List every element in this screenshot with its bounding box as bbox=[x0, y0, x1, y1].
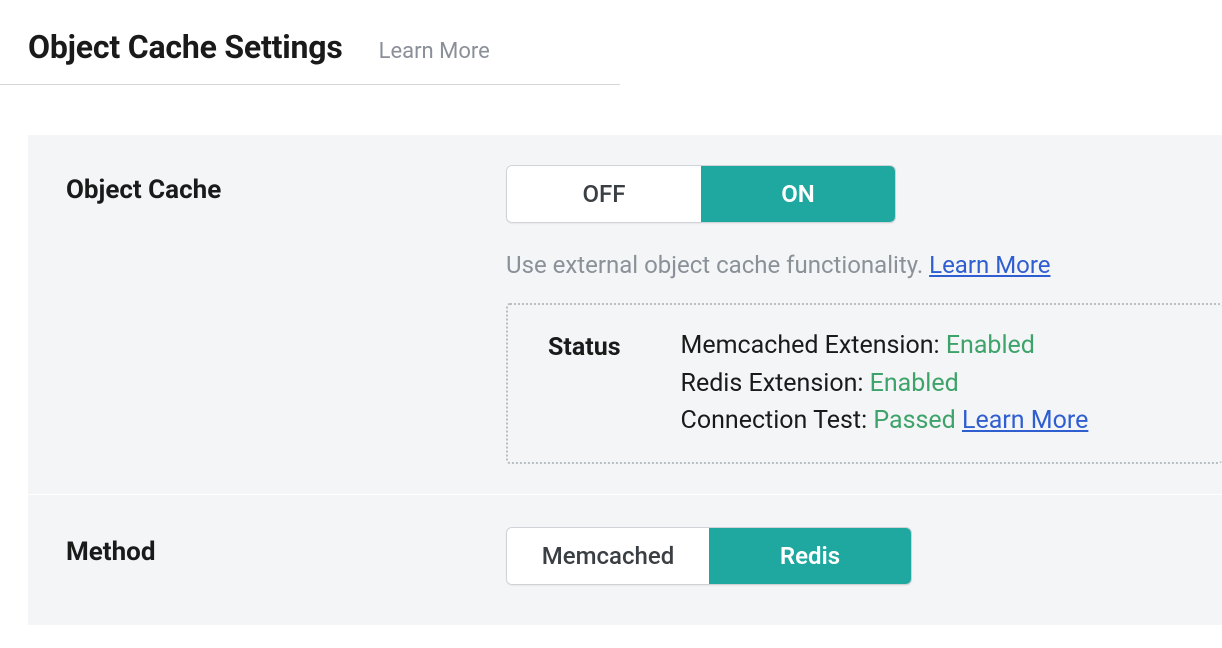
object-cache-hint-link[interactable]: Learn More bbox=[929, 251, 1050, 279]
method-label: Method bbox=[66, 527, 506, 567]
status-connection-link[interactable]: Learn More bbox=[962, 406, 1088, 435]
page-header: Object Cache Settings Learn More bbox=[0, 0, 620, 85]
status-connection-value: Passed bbox=[873, 406, 955, 435]
status-memcached-value: Enabled bbox=[946, 331, 1035, 360]
object-cache-hint: Use external object cache functionality.… bbox=[506, 251, 1222, 279]
object-cache-section: Object Cache OFF ON Use external object … bbox=[28, 135, 1222, 495]
status-lines: Memcached Extension: Enabled Redis Exten… bbox=[681, 327, 1089, 440]
status-redis-row: Redis Extension: Enabled bbox=[681, 365, 1089, 403]
method-toggle: Memcached Redis bbox=[506, 527, 912, 585]
status-redis-value: Enabled bbox=[870, 369, 959, 398]
status-redis-label: Redis Extension: bbox=[681, 369, 864, 398]
status-box: Status Memcached Extension: Enabled Redi… bbox=[506, 303, 1222, 464]
object-cache-body: OFF ON Use external object cache functio… bbox=[506, 165, 1222, 464]
method-body: Memcached Redis bbox=[506, 527, 1222, 585]
status-memcached-row: Memcached Extension: Enabled bbox=[681, 327, 1089, 365]
method-memcached-button[interactable]: Memcached bbox=[507, 528, 709, 584]
status-connection-row: Connection Test: Passed Learn More bbox=[681, 402, 1089, 440]
method-section: Method Memcached Redis bbox=[28, 495, 1222, 625]
page-title: Object Cache Settings bbox=[28, 28, 343, 66]
status-connection-label: Connection Test: bbox=[681, 406, 868, 435]
object-cache-off-button[interactable]: OFF bbox=[507, 166, 701, 222]
status-memcached-label: Memcached Extension: bbox=[681, 331, 940, 360]
object-cache-hint-text: Use external object cache functionality. bbox=[506, 251, 923, 279]
settings-panel: Object Cache OFF ON Use external object … bbox=[28, 135, 1222, 625]
method-redis-button[interactable]: Redis bbox=[709, 528, 911, 584]
header-learn-more-link[interactable]: Learn More bbox=[379, 39, 490, 64]
object-cache-label: Object Cache bbox=[66, 165, 506, 205]
object-cache-toggle: OFF ON bbox=[506, 165, 896, 223]
object-cache-on-button[interactable]: ON bbox=[701, 166, 895, 222]
status-heading: Status bbox=[548, 327, 621, 362]
